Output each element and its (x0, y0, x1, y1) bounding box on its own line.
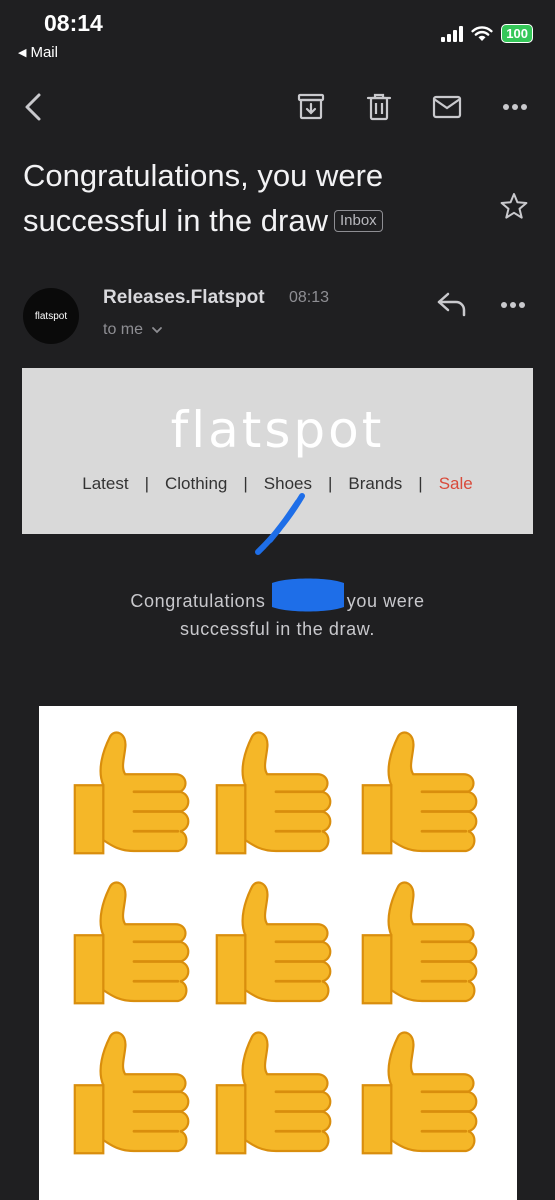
inbox-label-badge[interactable]: Inbox (333, 210, 383, 232)
nav-separator: | (418, 474, 423, 493)
chevron-left-icon (25, 93, 41, 121)
message-line-2: successful in the draw. (180, 619, 375, 639)
avatar-logo-text: flatspot (34, 310, 68, 322)
recipient-details[interactable]: to me (103, 321, 163, 339)
nav-link-latest[interactable]: Latest (82, 474, 128, 494)
thumbs-up-icon (361, 731, 478, 855)
back-to-app[interactable]: ◀ Mail (18, 44, 58, 61)
nav-separator: | (327, 474, 333, 493)
archive-icon (297, 93, 325, 120)
brand-nav: Latest | Clothing | Shoes | Brands | Sal… (22, 474, 533, 494)
thumbs-up-icon (73, 881, 190, 1005)
thumbs-up-icon (361, 1031, 478, 1155)
nav-link-clothing[interactable]: Clothing (165, 474, 227, 494)
star-button[interactable] (500, 192, 528, 225)
redaction-scribble (255, 493, 305, 555)
thumbs-up-icon (361, 881, 478, 1005)
message-greeting: Congratulations (130, 591, 266, 611)
message-line-1: Congratulations you were (0, 587, 555, 615)
thumbs-up-icon (73, 731, 190, 855)
trash-icon (366, 93, 392, 121)
sender-more-button[interactable] (500, 296, 526, 314)
back-app-label: Mail (30, 44, 58, 61)
archive-button[interactable] (294, 90, 328, 124)
brand-logo[interactable]: flatspot (22, 401, 533, 459)
thumbs-up-image[interactable] (39, 706, 517, 1200)
thumbs-up-icon (73, 1031, 190, 1155)
thumbs-up-icon (215, 731, 332, 855)
mail-icon (432, 95, 462, 119)
more-horizontal-icon (501, 302, 525, 308)
wifi-icon (471, 25, 493, 41)
thumbs-up-icon (215, 881, 332, 1005)
more-options-button[interactable] (498, 90, 532, 124)
sender-name[interactable]: Releases.Flatspot (103, 287, 265, 309)
status-time: 08:14 (44, 10, 103, 36)
nav-link-sale[interactable]: Sale (439, 474, 473, 494)
battery-level: 100 (501, 24, 533, 43)
thumbs-up-icon (215, 1031, 332, 1155)
recipient-label: to me (103, 321, 144, 338)
email-message: Congratulations you were successful in t… (0, 587, 555, 643)
nav-link-shoes[interactable]: Shoes (264, 474, 312, 494)
nav-separator: | (144, 474, 149, 493)
delete-button[interactable] (362, 90, 396, 124)
message-continuation: you were (346, 591, 425, 611)
nav-link-brands[interactable]: Brands (348, 474, 402, 494)
more-horizontal-icon (503, 104, 527, 110)
sender-avatar[interactable]: flatspot (23, 288, 79, 344)
reply-button[interactable] (436, 290, 468, 323)
nav-separator: | (243, 474, 248, 493)
subject-text: Congratulations, you were successful in … (23, 158, 384, 238)
chevron-down-icon (152, 327, 163, 334)
back-button[interactable] (16, 90, 50, 124)
sent-time: 08:13 (289, 289, 330, 306)
email-subject: Congratulations, you were successful in … (23, 153, 483, 243)
star-icon (500, 193, 528, 219)
back-triangle-icon: ◀ (18, 47, 27, 59)
mark-unread-button[interactable] (430, 90, 464, 124)
reply-icon (437, 292, 466, 317)
status-indicators: 100 (441, 24, 533, 43)
cellular-signal-icon (441, 25, 464, 42)
